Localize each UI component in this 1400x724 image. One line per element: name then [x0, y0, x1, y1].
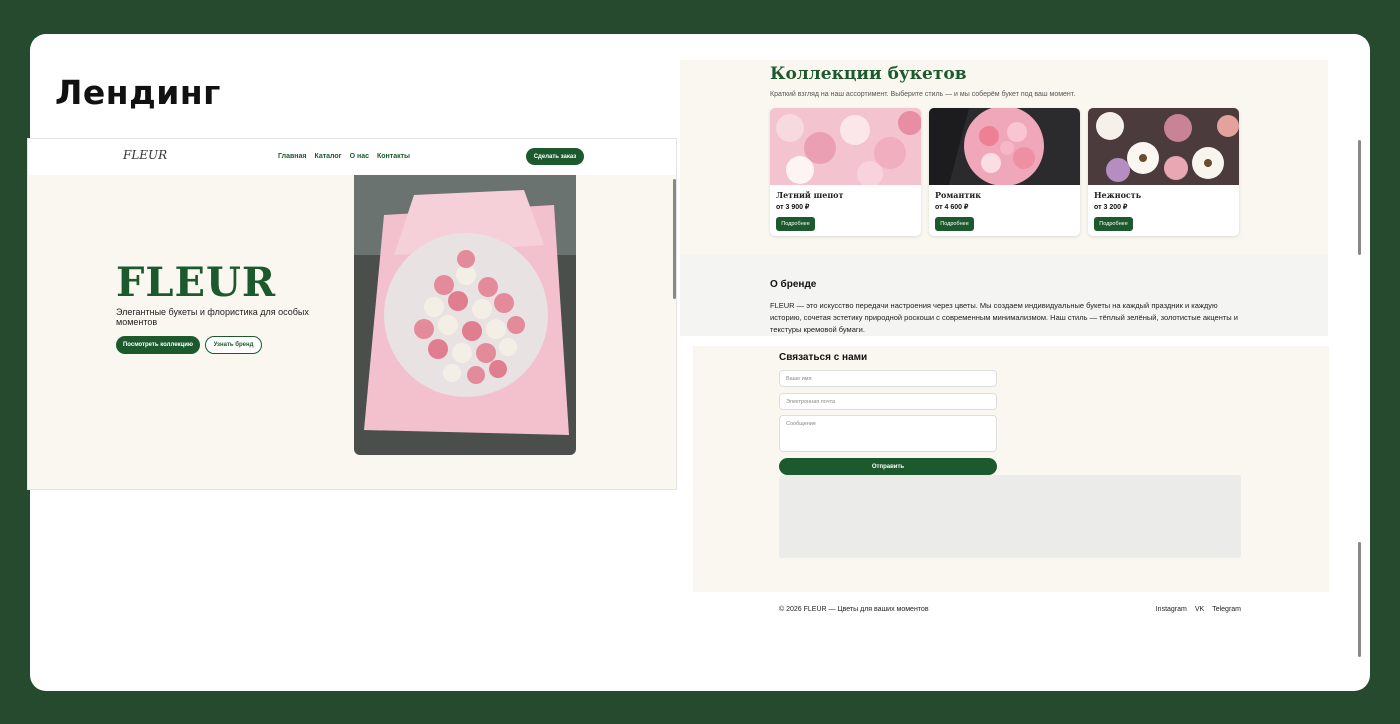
map-placeholder: [779, 475, 1241, 558]
nav-link-catalog[interactable]: Каталог: [314, 153, 341, 160]
nav-links: Главная Каталог О нас Контакты: [278, 153, 410, 160]
about-title: О бренде: [770, 279, 817, 290]
product-price: от 4 600 ₽: [935, 204, 969, 211]
product-card[interactable]: Нежность от 3 200 ₽ Подробнее: [1088, 108, 1239, 236]
hero-title: FLEUR: [116, 259, 277, 306]
footer: © 2026 FLEUR — Цветы для ваших моментов …: [693, 592, 1329, 625]
about-section: О бренде FLEUR — это искусство передачи …: [680, 255, 1328, 336]
product-card[interactable]: Романтик от 4 600 ₽ Подробнее: [929, 108, 1080, 236]
nav-link-about[interactable]: О нас: [350, 153, 369, 160]
logo[interactable]: FLEUR: [123, 148, 167, 162]
product-price: от 3 900 ₽: [776, 204, 810, 211]
page-title: Лендинг: [55, 73, 221, 112]
scrollbar[interactable]: [1358, 542, 1361, 657]
details-button[interactable]: Подробнее: [935, 217, 974, 231]
product-card[interactable]: Летний шепот от 3 900 ₽ Подробнее: [770, 108, 921, 236]
name-input[interactable]: Ваше имя: [779, 370, 997, 387]
product-price: от 3 200 ₽: [1094, 204, 1128, 211]
details-button[interactable]: Подробнее: [776, 217, 815, 231]
product-image: [1088, 108, 1239, 185]
nav-link-home[interactable]: Главная: [278, 153, 306, 160]
scrollbar[interactable]: [1358, 140, 1361, 255]
order-button[interactable]: Сделать заказ: [526, 148, 584, 165]
collections-subtitle: Краткий взгляд на наш ассортимент. Выбер…: [770, 91, 1076, 98]
footer-copyright: © 2026 FLEUR — Цветы для ваших моментов: [779, 606, 929, 613]
product-image: [770, 108, 921, 187]
product-name: Нежность: [1094, 190, 1142, 200]
hero-screen: FLEUR Главная Каталог О нас Контакты Сде…: [27, 138, 677, 490]
product-name: Летний шепот: [776, 190, 844, 200]
collections-screen: Коллекции букетов Краткий взгляд на наш …: [680, 60, 1328, 336]
email-input[interactable]: Электронная почта: [779, 393, 997, 410]
message-textarea[interactable]: Сообщение: [779, 415, 997, 452]
scrollbar[interactable]: [673, 179, 676, 299]
vk-link[interactable]: VK: [1195, 606, 1204, 613]
learn-brand-button[interactable]: Узнать бренд: [205, 336, 262, 354]
about-text: FLEUR — это искусство передачи настроени…: [770, 301, 1238, 334]
telegram-link[interactable]: Telegram: [1212, 606, 1241, 613]
contact-title: Связаться с нами: [779, 352, 868, 363]
view-collection-button[interactable]: Посмотреть коллекцию: [116, 336, 200, 354]
social-links: Instagram VK Telegram: [1156, 606, 1241, 613]
product-name: Романтик: [935, 190, 982, 200]
hero-subtitle: Элегантные букеты и флористика для особы…: [116, 307, 309, 327]
instagram-link[interactable]: Instagram: [1156, 606, 1187, 613]
details-button[interactable]: Подробнее: [1094, 217, 1133, 231]
hero-bouquet-image: [354, 175, 576, 455]
collections-title: Коллекции букетов: [770, 64, 967, 84]
submit-button[interactable]: Отправить: [779, 458, 997, 475]
nav-link-contacts[interactable]: Контакты: [377, 153, 410, 160]
contact-screen: Связаться с нами Ваше имя Электронная по…: [693, 346, 1329, 592]
product-image: [929, 108, 1080, 186]
navbar: FLEUR Главная Каталог О нас Контакты Сде…: [28, 139, 676, 175]
